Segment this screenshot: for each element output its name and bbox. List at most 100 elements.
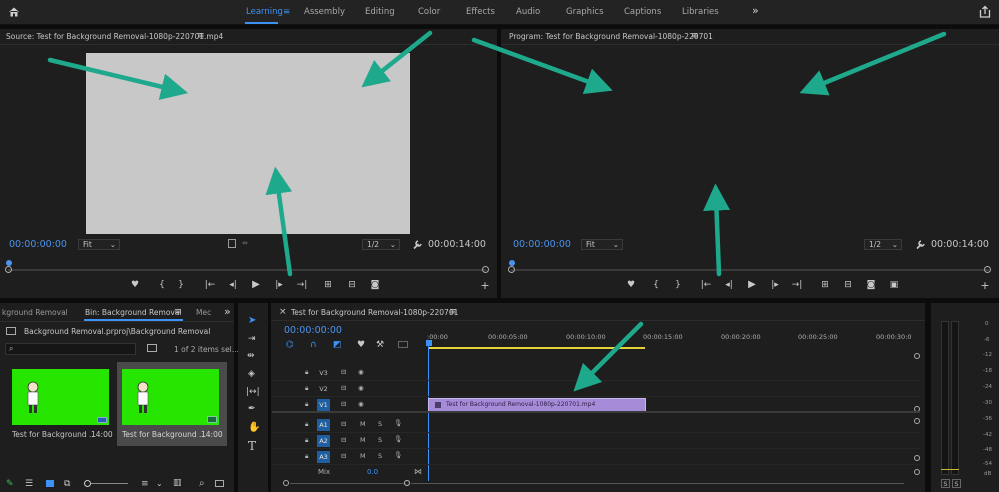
mark-in-icon[interactable]: {	[650, 280, 662, 290]
linked-selection-icon[interactable]: ◩	[333, 340, 342, 350]
captions-icon[interactable]	[398, 341, 408, 348]
icon-view-icon[interactable]	[46, 480, 54, 487]
add-button-icon[interactable]: +	[479, 279, 491, 292]
program-resolution-select[interactable]: 1/2 ⌄	[864, 239, 902, 250]
workspace-tab-learning[interactable]: Learning	[246, 7, 283, 17]
chevron-down-icon[interactable]: ⌄	[156, 479, 163, 488]
pencil-icon[interactable]: ✎	[6, 479, 14, 489]
ripple-edit-tool-icon[interactable]: ⇹	[247, 351, 255, 361]
add-marker-icon[interactable]: ♥	[129, 280, 141, 290]
microphone-icon[interactable]: 🎙︎	[394, 451, 402, 459]
solo-button[interactable]: S	[378, 420, 382, 428]
meter-solo-button-right[interactable]: S	[952, 479, 961, 488]
home-icon[interactable]	[8, 6, 20, 18]
timeline-playhead-head[interactable]	[426, 340, 432, 346]
razor-tool-icon[interactable]: ◈	[248, 369, 255, 379]
sync-lock-icon[interactable]: ⊟	[341, 452, 346, 460]
source-zoom-handle-right[interactable]	[482, 266, 489, 273]
type-tool-icon[interactable]: T	[248, 439, 256, 453]
sync-lock-icon[interactable]: ⊟	[341, 368, 346, 376]
timeline-zoom-bar-right[interactable]	[411, 483, 904, 484]
selection-tool-icon[interactable]: ➤	[248, 315, 256, 326]
camera-icon[interactable]: ◙	[865, 280, 877, 290]
sync-lock-icon[interactable]: ⊟	[341, 420, 346, 428]
timeline-zoom-bar-left[interactable]	[290, 483, 404, 484]
insert-icon[interactable]: ⊞	[322, 280, 334, 290]
mix-keyframe-icon[interactable]: ⋈	[414, 467, 422, 476]
lift-icon[interactable]: ⊞	[819, 280, 831, 290]
track-scroll-handle[interactable]	[914, 353, 920, 359]
panel-menu-icon[interactable]: ≡	[449, 307, 457, 317]
find-icon[interactable]: ⌕	[199, 478, 205, 489]
wrench-icon[interactable]	[412, 239, 423, 250]
sync-lock-icon[interactable]: ⊟	[341, 384, 346, 392]
lock-icon[interactable]: 🔒︎	[305, 452, 308, 461]
workspace-overflow-button[interactable]: »	[752, 4, 759, 17]
add-marker-icon[interactable]: ♥	[625, 280, 637, 290]
mute-button[interactable]: M	[360, 452, 366, 460]
tab-media-browser[interactable]: Mec	[196, 308, 211, 317]
panels-overflow-button[interactable]: »	[224, 305, 231, 318]
source-timecode[interactable]: 00:00:00:00	[9, 239, 67, 250]
drag-audio-icon[interactable]: ⇹	[242, 239, 248, 247]
lock-icon[interactable]: 🔒︎	[305, 400, 308, 409]
go-to-in-icon[interactable]: |←	[700, 280, 712, 290]
sort-icon[interactable]: ≡	[141, 479, 149, 489]
microphone-icon[interactable]: 🎙︎	[394, 419, 402, 427]
source-scrub-bar[interactable]	[8, 269, 486, 271]
eye-icon[interactable]: ◉	[358, 384, 364, 392]
program-scrub-bar[interactable]	[511, 269, 989, 271]
add-button-icon[interactable]: +	[979, 279, 991, 292]
drag-video-icon[interactable]	[228, 239, 236, 248]
tab-project[interactable]: kground Removal	[2, 308, 68, 317]
track-label-a3[interactable]: A3	[317, 451, 330, 463]
solo-button[interactable]: S	[378, 436, 382, 444]
workspace-tab-assembly[interactable]: Assembly	[304, 7, 345, 17]
lock-icon[interactable]: 🔒︎	[305, 384, 308, 393]
source-zoom-select[interactable]: Fit ⌄	[78, 239, 120, 250]
track-label-v3[interactable]: V3	[317, 367, 330, 379]
program-zoom-handle-right[interactable]	[984, 266, 991, 273]
panel-menu-icon[interactable]: ≡	[197, 31, 205, 41]
lock-icon[interactable]: 🔒︎	[305, 436, 308, 445]
step-back-icon[interactable]: ◂|	[723, 280, 735, 290]
track-label-a1[interactable]: A1	[317, 419, 330, 431]
eye-icon[interactable]: ◉	[358, 400, 364, 408]
search-input[interactable]: ⌕	[5, 343, 136, 355]
zoom-slider-handle[interactable]	[84, 480, 91, 487]
wrench-icon[interactable]: ⚒	[376, 340, 384, 350]
workspace-tab-libraries[interactable]: Libraries	[682, 7, 719, 17]
panel-menu-icon[interactable]: ≡	[691, 31, 699, 41]
mark-in-icon[interactable]: {	[156, 280, 168, 290]
work-area-bar[interactable]	[428, 347, 645, 349]
slip-tool-icon[interactable]: |↔|	[246, 387, 260, 397]
freeform-view-icon[interactable]: ⧉	[64, 479, 70, 489]
list-view-icon[interactable]: ☰	[25, 479, 33, 489]
add-marker-icon[interactable]: ♥	[357, 340, 365, 350]
snap-icon[interactable]: ∩	[310, 340, 317, 350]
go-to-out-icon[interactable]: →|	[296, 280, 308, 290]
track-select-tool-icon[interactable]: ⇥	[248, 334, 256, 344]
comparison-view-icon[interactable]: ▣	[888, 280, 900, 290]
microphone-icon[interactable]: 🎙︎	[394, 435, 402, 443]
solo-button[interactable]: S	[378, 452, 382, 460]
panel-menu-icon[interactable]: ≡	[174, 307, 182, 317]
workspace-tab-color[interactable]: Color	[418, 7, 440, 17]
mix-value[interactable]: 0.0	[367, 468, 378, 476]
workspace-tab-captions[interactable]: Captions	[624, 7, 661, 17]
workspace-tab-audio[interactable]: Audio	[516, 7, 540, 17]
sync-lock-icon[interactable]: ⊟	[341, 400, 346, 408]
source-resolution-select[interactable]: 1/2 ⌄	[362, 239, 400, 250]
track-label-v1[interactable]: V1	[317, 399, 330, 411]
workspace-tab-editing[interactable]: Editing	[365, 7, 395, 17]
eye-icon[interactable]: ◉	[358, 368, 364, 376]
hand-tool-icon[interactable]: ✋	[248, 422, 260, 433]
clip-thumbnail-card[interactable]: Test for Background ... 14:00	[5, 366, 115, 446]
program-zoom-handle-left[interactable]	[508, 266, 515, 273]
step-forward-icon[interactable]: |▸	[769, 280, 781, 290]
lock-icon[interactable]: 🔒︎	[305, 368, 308, 377]
source-monitor-title[interactable]: Source: Test for Background Removal-1080…	[6, 32, 223, 41]
lock-icon[interactable]: 🔒︎	[305, 420, 308, 429]
tab-bin[interactable]: Bin: Background Removal	[85, 308, 182, 317]
program-timecode[interactable]: 00:00:00:00	[513, 239, 571, 250]
